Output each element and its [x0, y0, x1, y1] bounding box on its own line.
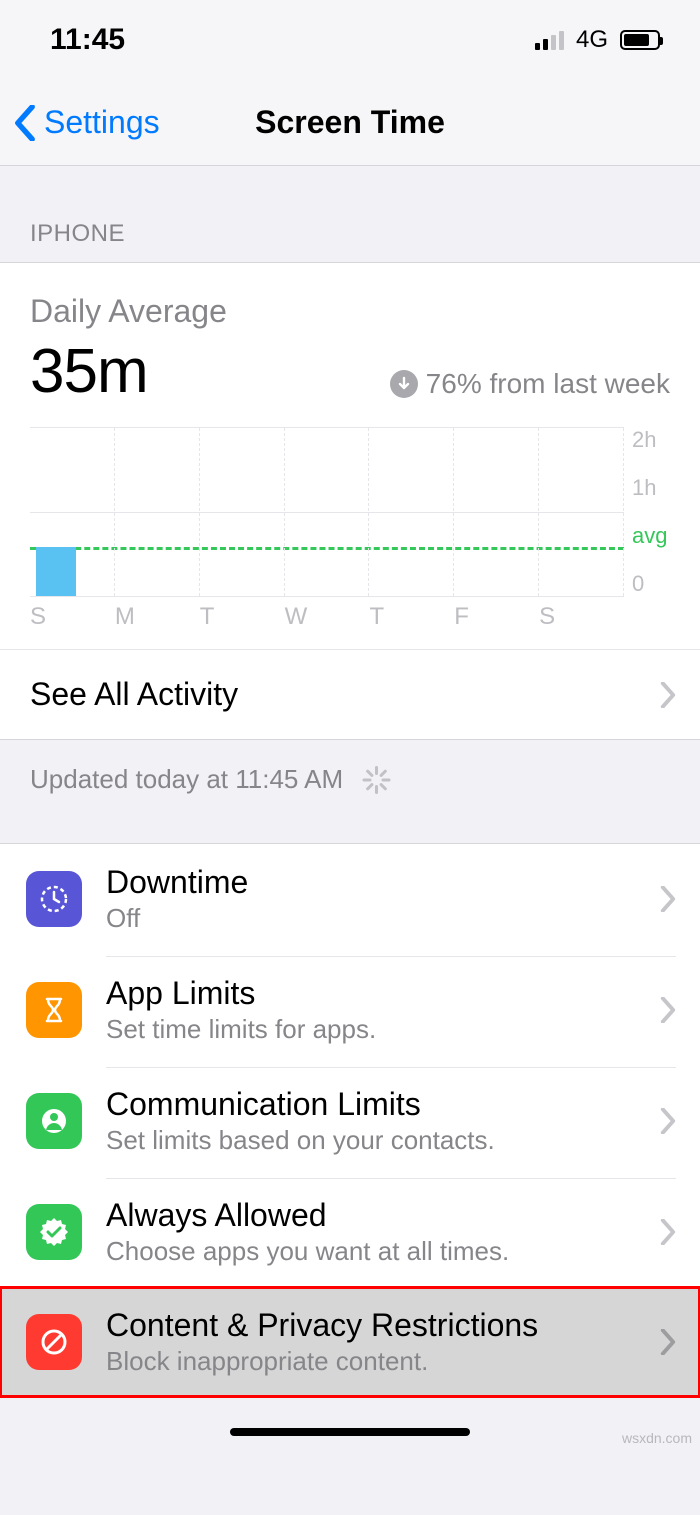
row-subtitle: Set time limits for apps. — [106, 1014, 376, 1045]
row-subtitle: Choose apps you want at all times. — [106, 1236, 509, 1267]
row-title: Downtime — [106, 864, 248, 901]
status-right: 4G — [535, 26, 660, 54]
back-label: Settings — [44, 104, 160, 141]
watermark: wsxdn.com — [622, 1430, 692, 1446]
usage-chart: 2h 1h avg 0 — [0, 407, 700, 597]
home-indicator[interactable] — [0, 1398, 700, 1446]
downtime-icon — [26, 871, 82, 927]
signal-icon — [535, 30, 564, 50]
row-communication-limits[interactable]: Communication Limits Set limits based on… — [0, 1065, 700, 1176]
chevron-right-icon — [660, 1219, 676, 1245]
battery-icon — [620, 30, 660, 50]
row-title: Always Allowed — [106, 1197, 509, 1234]
back-button[interactable]: Settings — [14, 104, 160, 141]
arrow-down-icon — [390, 370, 418, 398]
usage-card[interactable]: Daily Average 35m 76% from last week 2h … — [0, 262, 700, 740]
chevron-left-icon — [14, 105, 36, 141]
row-always-allowed[interactable]: Always Allowed Choose apps you want at a… — [0, 1176, 700, 1287]
see-all-label: See All Activity — [30, 676, 238, 713]
network-label: 4G — [576, 26, 608, 54]
chevron-right-icon — [660, 886, 676, 912]
trend-text: 76% from last week — [426, 368, 670, 400]
see-all-activity[interactable]: See All Activity — [0, 649, 700, 739]
trend: 76% from last week — [390, 368, 670, 400]
row-subtitle: Block inappropriate content. — [106, 1346, 538, 1377]
status-time: 11:45 — [50, 23, 125, 57]
daily-average-label: Daily Average — [30, 293, 670, 330]
updated-text: Updated today at 11:45 AM — [30, 764, 343, 795]
chevron-right-icon — [660, 997, 676, 1023]
row-downtime[interactable]: Downtime Off — [0, 844, 700, 954]
spinner-icon — [361, 766, 389, 794]
section-header-iphone: IPHONE — [0, 166, 700, 262]
contact-icon — [26, 1093, 82, 1149]
row-subtitle: Set limits based on your contacts. — [106, 1125, 495, 1156]
row-content-privacy[interactable]: Content & Privacy Restrictions Block ina… — [0, 1287, 700, 1397]
updated-status: Updated today at 11:45 AM — [0, 740, 700, 843]
chart-bar-sun — [36, 547, 76, 596]
daily-average-value: 35m — [30, 336, 148, 407]
row-title: Communication Limits — [106, 1086, 495, 1123]
chart-x-axis: SM TW TF S — [0, 597, 700, 649]
row-title: Content & Privacy Restrictions — [106, 1307, 538, 1344]
row-subtitle: Off — [106, 903, 248, 934]
row-title: App Limits — [106, 975, 376, 1012]
chevron-right-icon — [660, 1108, 676, 1134]
nav-bar: Settings Screen Time — [0, 80, 700, 166]
settings-list: Downtime Off App Limits Set time limits … — [0, 843, 700, 1398]
check-seal-icon — [26, 1204, 82, 1260]
no-entry-icon — [26, 1314, 82, 1370]
chevron-right-icon — [660, 682, 676, 708]
chevron-right-icon — [660, 1329, 676, 1355]
row-app-limits[interactable]: App Limits Set time limits for apps. — [0, 954, 700, 1065]
hourglass-icon — [26, 982, 82, 1038]
chart-y-axis: 2h 1h avg 0 — [624, 427, 670, 597]
status-bar: 11:45 4G — [0, 0, 700, 80]
